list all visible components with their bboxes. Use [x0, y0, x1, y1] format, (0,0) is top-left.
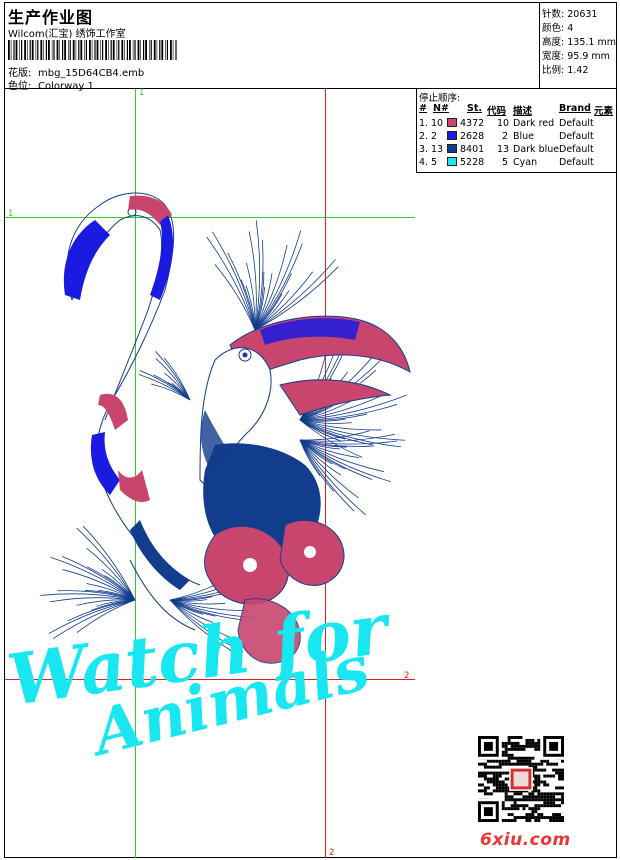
watermark-logo: 6xiu.com	[480, 830, 571, 850]
lettering: Watch for Animals	[3, 586, 398, 771]
flamingo-stitches	[63, 195, 190, 590]
qr-code	[478, 736, 564, 822]
embroidery-artwork: Watch for Animals	[3, 192, 411, 771]
